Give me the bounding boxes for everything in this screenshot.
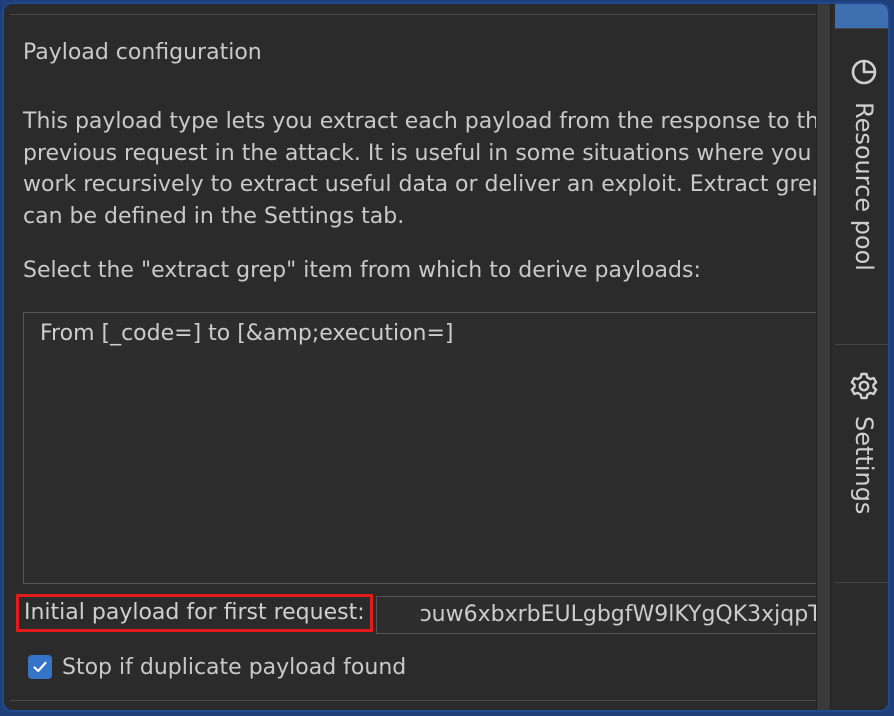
description-line: previous request in the attack. It is us… xyxy=(23,140,812,166)
stop-duplicate-label: Stop if duplicate payload found xyxy=(62,654,407,680)
description-line: work recursively to extract useful data … xyxy=(23,172,816,197)
extract-grep-label: Select the "extract grep" item from whic… xyxy=(23,258,701,283)
active-tab-indicator xyxy=(835,4,888,28)
initial-payload-value: ɔuw6xbxrbEULgbgfW9lKYgQK3xjqpTA xyxy=(419,602,816,627)
tab-settings[interactable]: Settings xyxy=(835,370,888,515)
side-divider xyxy=(835,28,888,29)
vertical-scrollbar[interactable] xyxy=(816,4,830,710)
side-divider xyxy=(835,582,888,583)
tab-resource-pool-label: Resource pool xyxy=(850,102,878,271)
stop-duplicate-option[interactable]: Stop if duplicate payload found xyxy=(28,652,406,682)
stop-duplicate-checkbox[interactable] xyxy=(28,655,52,679)
extract-grep-list[interactable]: From [_code=] to [&amp;execution=] xyxy=(23,312,816,584)
pie-chart-icon xyxy=(851,59,877,85)
section-title: Payload configuration xyxy=(23,40,262,65)
gear-icon xyxy=(850,372,878,400)
tab-settings-label: Settings xyxy=(850,416,878,515)
top-divider xyxy=(10,14,816,15)
description-line: This payload type lets you extract each … xyxy=(23,109,816,134)
window-frame: Payload configuration This payload type … xyxy=(2,2,890,712)
bottom-divider xyxy=(10,700,816,701)
side-divider xyxy=(835,344,888,345)
side-tool-strip: Resource pool Settings xyxy=(830,4,888,710)
payload-configuration-panel: Payload configuration This payload type … xyxy=(4,4,816,710)
tab-resource-pool[interactable]: Resource pool xyxy=(835,56,888,271)
initial-payload-label: Initial payload for first request: xyxy=(16,594,373,632)
description-line: can be defined in the Settings tab. xyxy=(23,203,405,229)
initial-payload-input[interactable]: ɔuw6xbxrbEULgbgfW9lKYgQK3xjqpTA xyxy=(376,596,816,634)
check-icon xyxy=(33,661,47,673)
payload-description: This payload type lets you extract each … xyxy=(23,106,816,232)
list-item[interactable]: From [_code=] to [&amp;execution=] xyxy=(40,321,453,346)
